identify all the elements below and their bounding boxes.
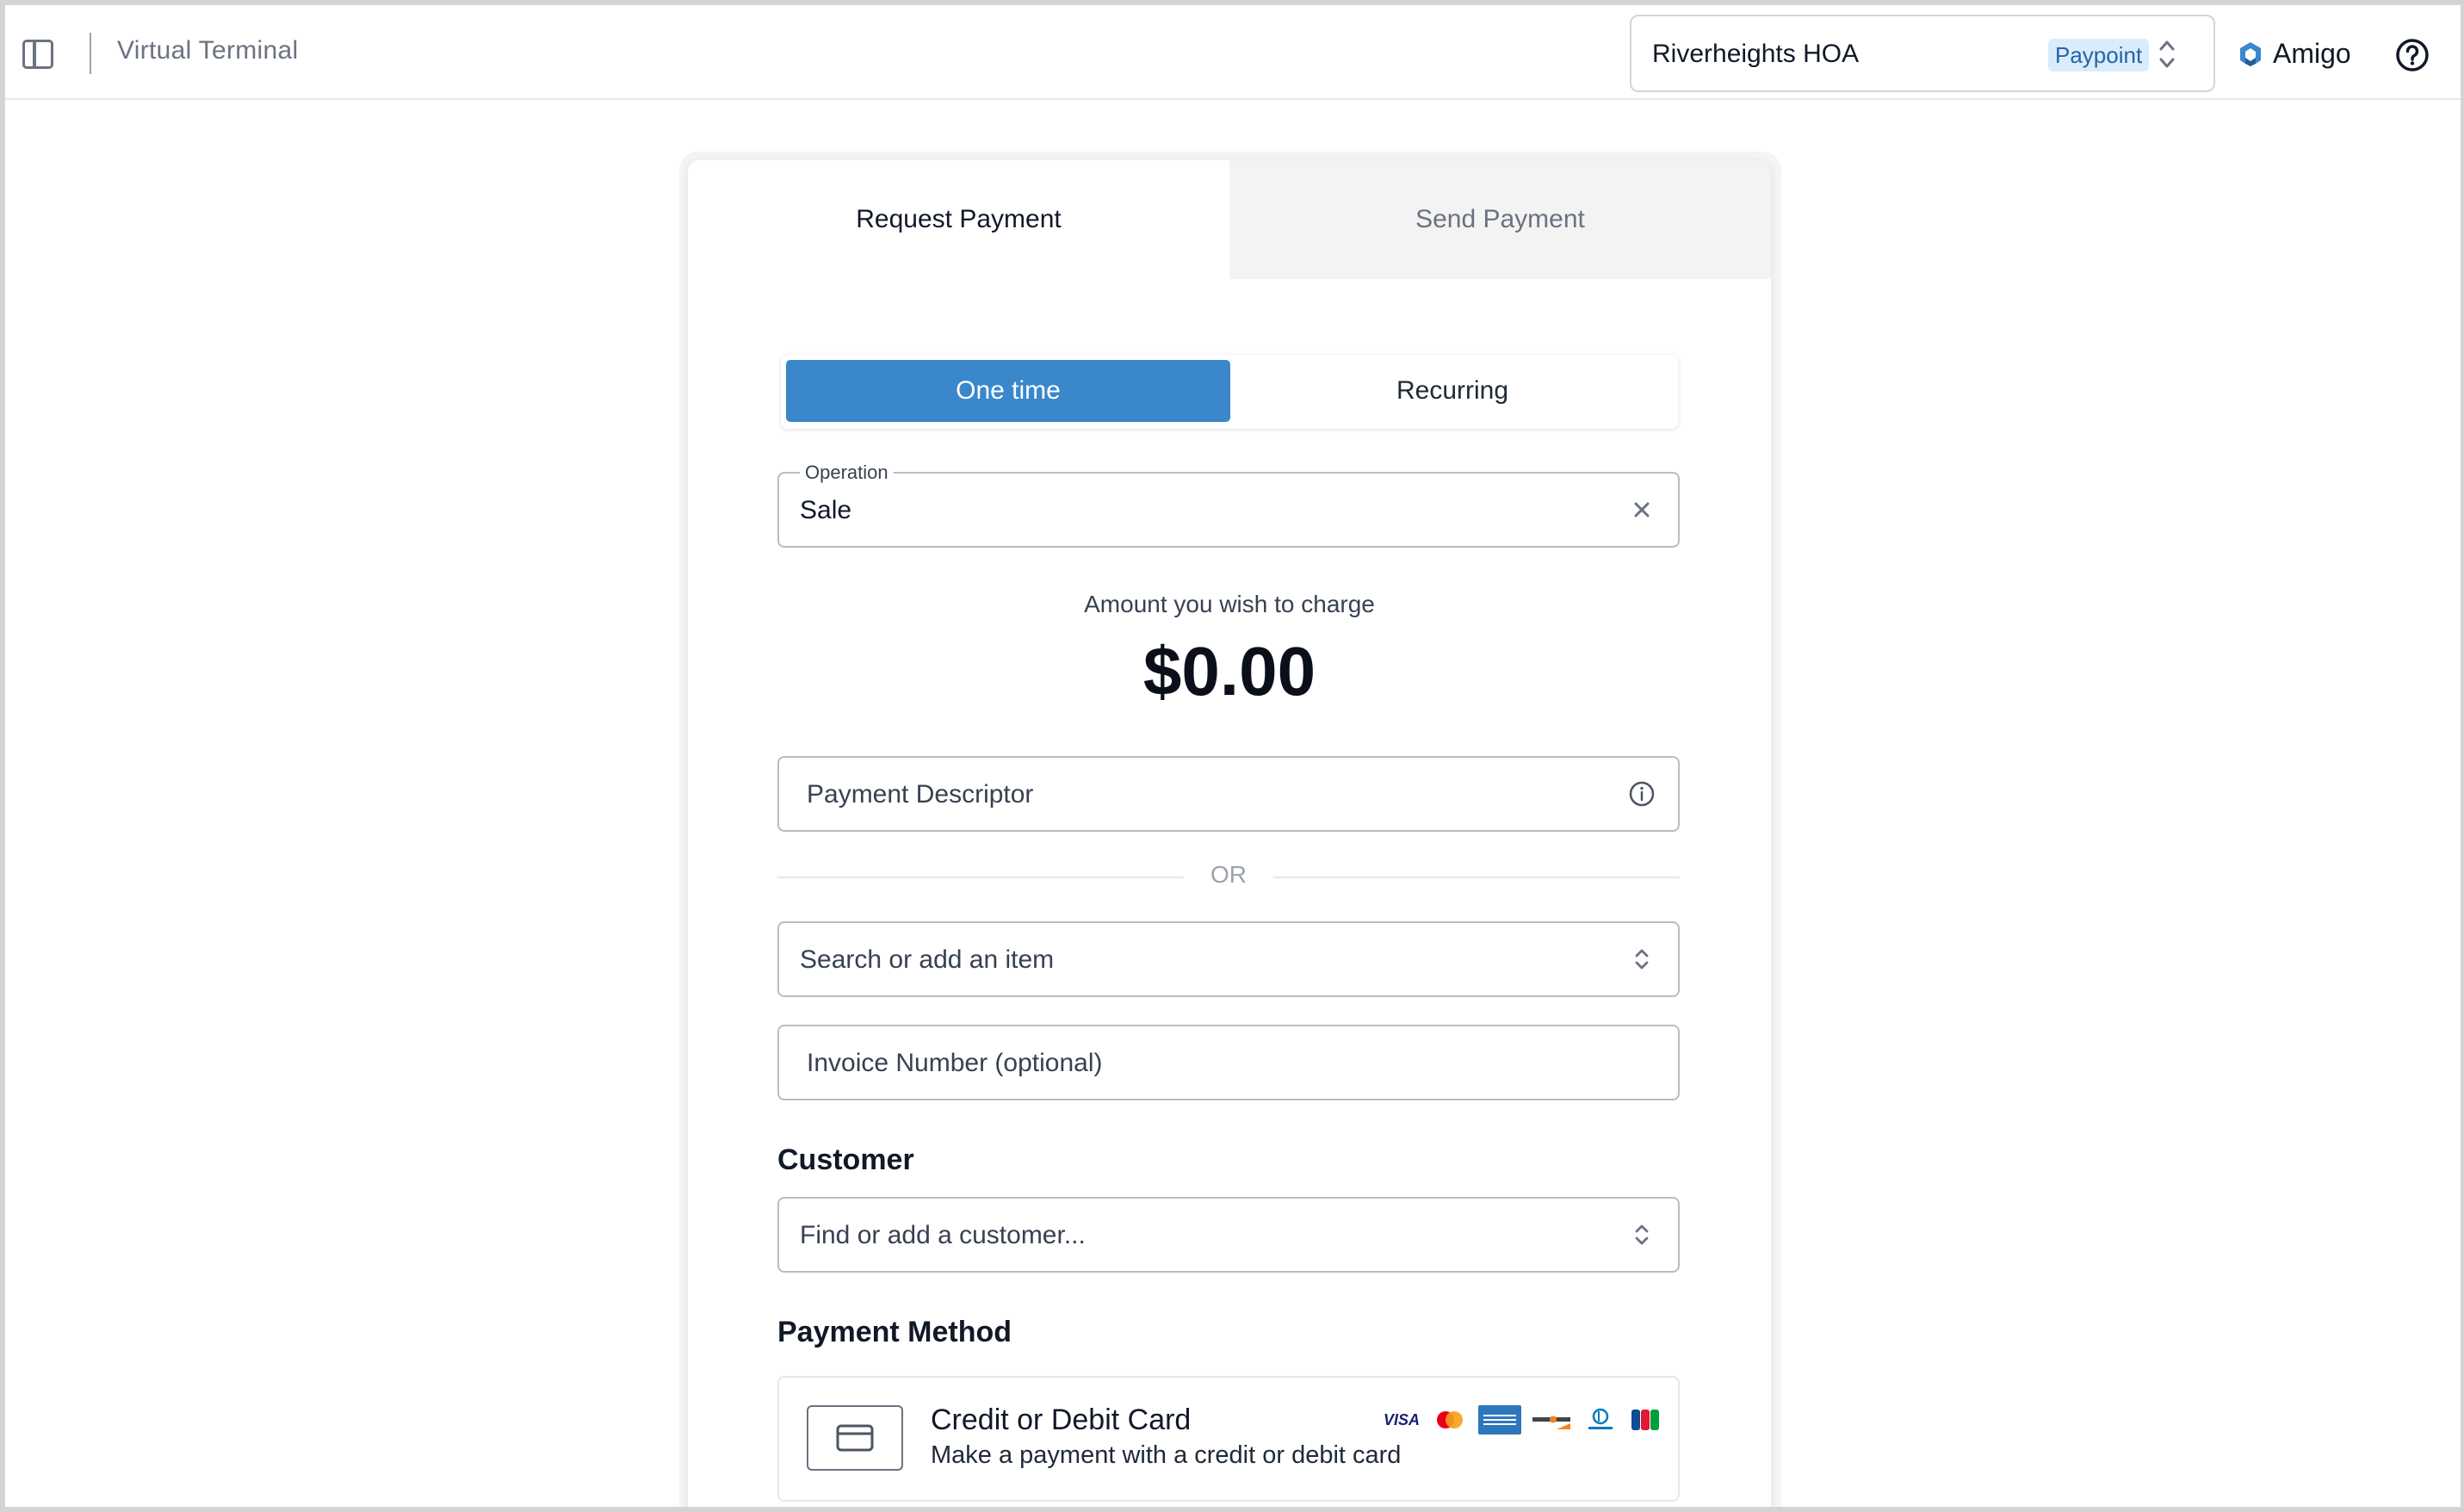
chevron-up-down-icon [1635, 949, 1649, 970]
header-divider [90, 33, 91, 74]
visa-logo-icon: VISA [1383, 1410, 1420, 1428]
chevron-up-down-icon [1635, 1224, 1649, 1245]
item-search-select[interactable]: Search or add an item [777, 921, 1680, 997]
sidebar-toggle-icon[interactable] [22, 40, 53, 69]
frequency-toggle: One time Recurring [781, 355, 1678, 429]
mastercard-logo-icon [1430, 1407, 1470, 1433]
one-time-button[interactable]: One time [786, 360, 1230, 422]
invoice-number-placeholder: Invoice Number (optional) [807, 1049, 1103, 1077]
credit-card-subtitle: Make a payment with a credit or debit ca… [931, 1441, 1402, 1469]
clear-icon[interactable] [1626, 494, 1657, 525]
payment-descriptor-input[interactable]: Payment Descriptor [777, 756, 1680, 832]
operation-value: Sale [800, 496, 852, 524]
operation-select[interactable]: Operation Sale [777, 462, 1680, 548]
brand-logo-icon [2240, 41, 2261, 66]
american-express-logo-icon [1478, 1405, 1521, 1435]
credit-card-icon [807, 1405, 903, 1471]
brand-name: Amigo [2273, 38, 2351, 69]
or-text: OR [1210, 861, 1247, 888]
organization-type-badge: Paypoint [2048, 39, 2150, 71]
amount-value[interactable]: $0.00 [688, 632, 1771, 711]
page-title: Virtual Terminal [117, 36, 299, 65]
help-icon[interactable] [2395, 38, 2430, 72]
credit-card-option[interactable]: Credit or Debit Card Make a payment with… [777, 1376, 1680, 1502]
discover-logo-icon [1530, 1407, 1573, 1433]
recurring-button[interactable]: Recurring [1230, 360, 1675, 422]
organization-selector[interactable]: Riverheights HOA Paypoint [1630, 15, 2215, 92]
payment-tabs: Request Payment Send Payment [688, 160, 1771, 279]
app-window: Virtual Terminal Riverheights HOA Paypoi… [0, 0, 2464, 1512]
amount-label: Amount you wish to charge [1084, 591, 1375, 617]
customer-section-title: Customer [777, 1143, 914, 1176]
operation-label: Operation [800, 462, 894, 484]
item-search-placeholder: Search or add an item [800, 945, 1055, 974]
info-icon[interactable] [1626, 778, 1657, 809]
jcb-logo-icon [1628, 1407, 1662, 1433]
chevron-up-down-icon [2159, 40, 2175, 68]
payment-card: Request Payment Send Payment One time Re… [688, 160, 1771, 1507]
top-bar: Virtual Terminal Riverheights HOA Paypoi… [5, 5, 2461, 100]
brand[interactable]: Amigo [2238, 38, 2351, 70]
card-brands: VISA [1382, 1405, 1662, 1435]
tab-request-payment[interactable]: Request Payment [688, 160, 1229, 279]
invoice-number-input[interactable]: Invoice Number (optional) [777, 1025, 1680, 1100]
customer-placeholder: Find or add a customer... [800, 1221, 1086, 1249]
diners-club-logo-icon [1582, 1407, 1619, 1433]
payment-method-section-title: Payment Method [777, 1316, 1012, 1348]
payment-descriptor-placeholder: Payment Descriptor [807, 780, 1034, 809]
or-divider: OR [777, 861, 1680, 895]
customer-select[interactable]: Find or add a customer... [777, 1197, 1680, 1273]
organization-name: Riverheights HOA [1652, 40, 1860, 68]
tab-send-payment[interactable]: Send Payment [1229, 160, 1771, 279]
credit-card-title: Credit or Debit Card [931, 1404, 1192, 1436]
